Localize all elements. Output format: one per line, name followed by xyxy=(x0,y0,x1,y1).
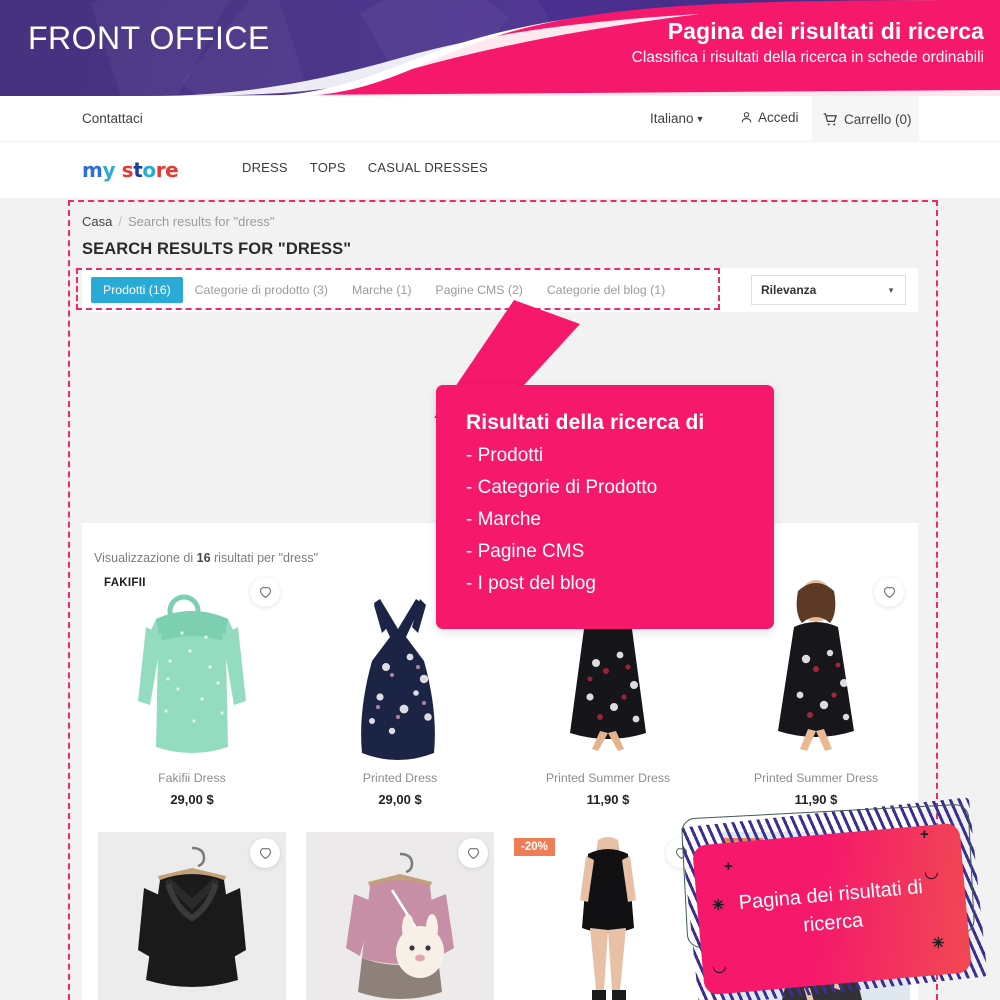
corner-sticker: Pagina dei risultati di ricerca + ✳ + ◡ … xyxy=(676,797,1000,1000)
tab-prodotti[interactable]: Prodotti (16) xyxy=(91,277,183,303)
nav-link-casual-dresses[interactable]: CASUAL DRESSES xyxy=(368,160,488,175)
sort-value: Rilevanza xyxy=(761,283,817,297)
user-icon xyxy=(741,112,752,123)
callout-title: Risultati della ricerca di xyxy=(466,411,705,434)
callout-item-categorie-di-prodotto: - Categorie di Prodotto xyxy=(466,476,658,498)
callout-box: Risultati della ricerca di - Prodotti - … xyxy=(436,385,774,629)
circle-arc-icon: ◡ xyxy=(924,862,939,881)
wishlist-button[interactable] xyxy=(250,577,280,607)
circle-arc-icon: ◡ xyxy=(712,956,727,975)
sparkle-icon: ✳ xyxy=(712,897,725,914)
plus-icon: + xyxy=(920,826,929,843)
callout-list: - Prodotti - Categorie di Prodotto - Mar… xyxy=(466,440,774,600)
cart-button[interactable]: Carrello (0) xyxy=(812,96,919,142)
store-logo[interactable]: my store xyxy=(82,158,179,182)
sparkle-icon: ✳ xyxy=(932,935,945,952)
results-count-number: 16 xyxy=(196,551,211,565)
product-thumbnail[interactable] xyxy=(306,832,494,1000)
callout-item-post-del-blog: - I post del blog xyxy=(466,572,596,594)
cart-icon xyxy=(823,112,837,125)
sort-select[interactable]: Rilevanza ▼ xyxy=(751,275,906,305)
tab-categorie-di-prodotto[interactable]: Categorie di prodotto (3) xyxy=(183,277,340,303)
callout-item-pagine-cms: - Pagine CMS xyxy=(466,540,585,562)
product-price: 29,00 $ xyxy=(306,792,494,807)
signin-label: Accedi xyxy=(758,110,799,125)
product-name: Printed Summer Dress xyxy=(753,771,879,785)
screenshot-root: FRONT OFFICE Pagina dei risultati di ric… xyxy=(0,0,1000,1000)
banner-left-title: FRONT OFFICE xyxy=(28,20,270,56)
wishlist-button[interactable] xyxy=(250,838,280,868)
product-price: 11,90 $ xyxy=(514,792,702,807)
heart-icon xyxy=(883,586,895,598)
banner-right-subtitle: Classifica i risultati della ricerca in … xyxy=(631,49,984,66)
product-card[interactable]: PU Ruffle Dress For Toddler... 11,90 $ xyxy=(88,832,296,1000)
chevron-down-icon: ▼ xyxy=(887,285,895,295)
language-selector[interactable]: Italiano ▼ xyxy=(650,111,704,126)
breadcrumb-current: Search results for "dress" xyxy=(127,214,275,229)
nav-link-dress[interactable]: DRESS xyxy=(242,160,288,175)
breadcrumb-separator: / xyxy=(118,214,122,229)
breadcrumb: Casa / Search results for "dress" xyxy=(82,214,275,229)
product-card[interactable]: FAKIFII Fakifii Dress 29,00 $ xyxy=(88,571,296,807)
callout-item-prodotti: - Prodotti xyxy=(466,445,544,466)
product-name: Printed Dress xyxy=(362,771,438,785)
banner-right-title: Pagina dei risultati di ricerca xyxy=(667,18,984,44)
results-count-suffix: risultati per "dress" xyxy=(214,551,319,565)
product-price-current: 29,00 $ xyxy=(170,792,214,807)
sticker-chip: Pagina dei risultati di ricerca xyxy=(691,822,973,996)
product-price-current: 29,00 $ xyxy=(378,792,422,807)
wishlist-button[interactable] xyxy=(874,577,904,607)
contact-link[interactable]: Contattaci xyxy=(82,111,143,126)
banner-right-block: Pagina dei risultati di ricerca Classifi… xyxy=(632,18,984,67)
tab-marche[interactable]: Marche (1) xyxy=(340,277,423,303)
chevron-down-icon: ▼ xyxy=(695,114,705,124)
utility-bar: Contattaci Italiano ▼ Accedi Carrello (0) xyxy=(0,96,1000,142)
callout-item-marche: - Marche xyxy=(466,508,541,530)
product-price: 29,00 $ xyxy=(98,792,286,807)
cart-label: Carrello (0) xyxy=(844,111,912,127)
page-title: SEARCH RESULTS FOR "DRESS" xyxy=(82,240,352,258)
product-thumbnail[interactable]: -20% xyxy=(514,832,702,1000)
language-label: Italiano xyxy=(650,111,694,126)
heart-icon xyxy=(467,847,479,859)
page-banner: FRONT OFFICE Pagina dei risultati di ric… xyxy=(0,0,1000,96)
product-thumbnail[interactable] xyxy=(98,832,286,1000)
wishlist-button[interactable] xyxy=(458,838,488,868)
discount-badge: -20% xyxy=(514,838,555,856)
product-price: 11,90 $ xyxy=(722,792,910,807)
signin-link[interactable]: Accedi xyxy=(740,110,799,125)
product-brand-tag: FAKIFII xyxy=(104,577,146,589)
heart-icon xyxy=(259,586,271,598)
product-price-current: 11,90 $ xyxy=(794,792,838,807)
breadcrumb-home[interactable]: Casa xyxy=(82,214,112,229)
product-price-current: 11,90 $ xyxy=(586,792,630,807)
plus-icon: + xyxy=(724,858,733,875)
product-card[interactable]: Baby Dress 18,90 $ xyxy=(296,832,504,1000)
results-count: Visualizzazione di 16 risultati per "dre… xyxy=(94,551,318,565)
nav-links: DRESS TOPS CASUAL DRESSES xyxy=(242,160,488,175)
product-thumbnail[interactable]: FAKIFII xyxy=(98,571,286,761)
product-name: Printed Summer Dress xyxy=(545,771,671,785)
product-name: Fakifii Dress xyxy=(158,771,226,785)
nav-link-tops[interactable]: TOPS xyxy=(310,160,346,175)
heart-icon xyxy=(259,847,271,859)
main-navbar: my store DRESS TOPS CASUAL DRESSES xyxy=(0,142,1000,198)
results-count-prefix: Visualizzazione di xyxy=(94,551,194,565)
